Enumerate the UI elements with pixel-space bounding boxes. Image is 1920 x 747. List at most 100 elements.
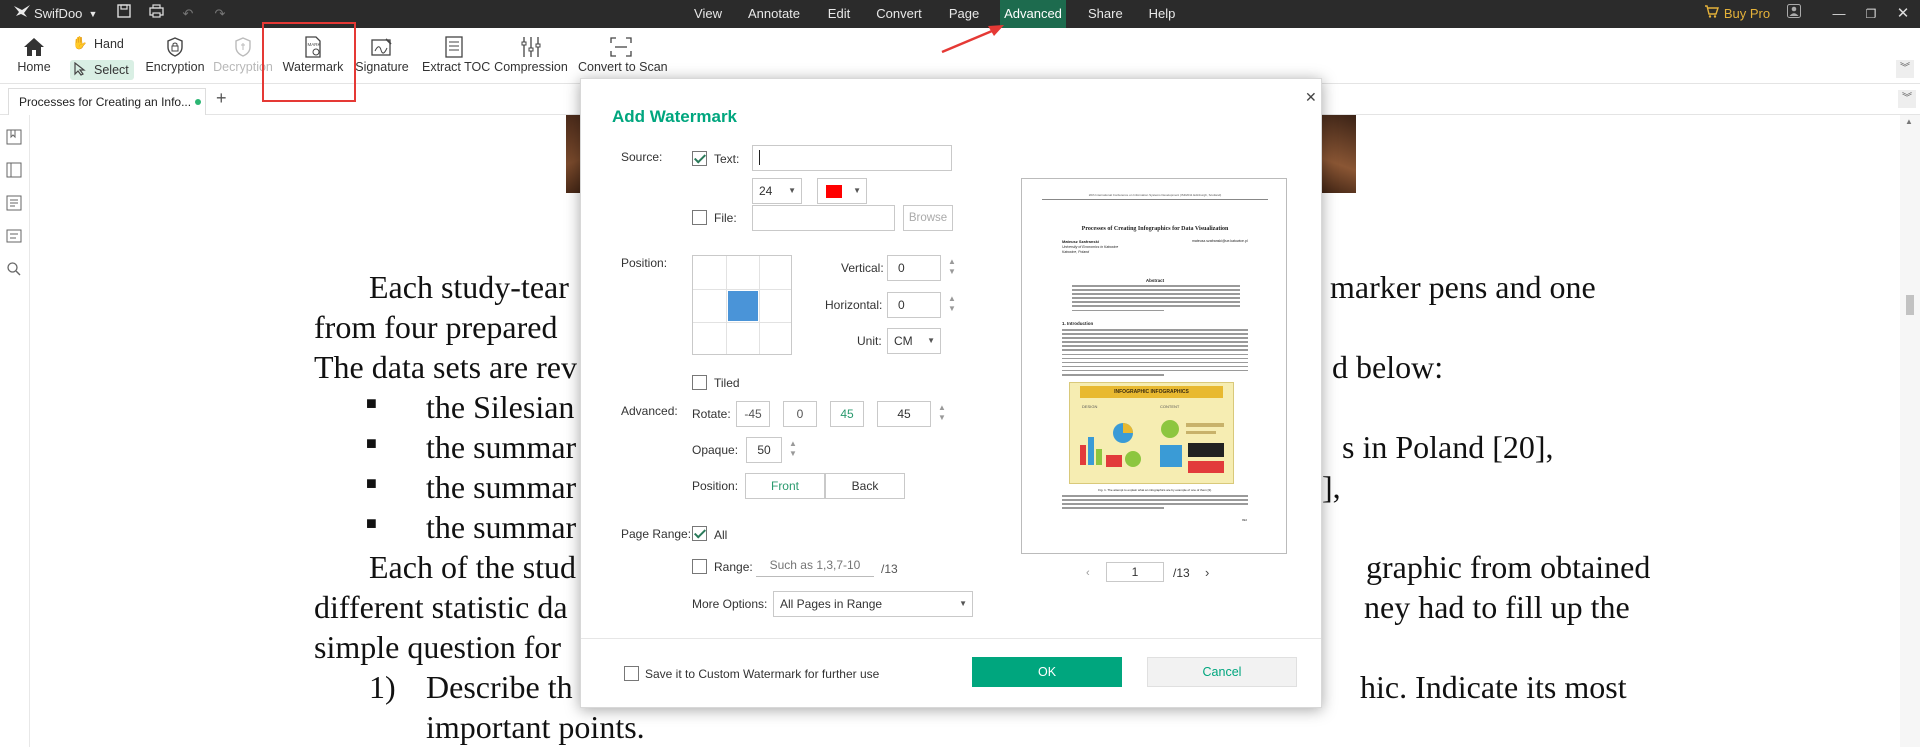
preview-intro-head: 1. Introduction [1062, 321, 1094, 326]
select-tool-button[interactable]: Select [70, 60, 134, 80]
bookmark-icon[interactable] [6, 129, 24, 147]
rotate-0-button[interactable]: 0 [783, 401, 817, 427]
compression-button[interactable]: Compression [494, 34, 568, 74]
unit-select[interactable]: CM ▼ [887, 328, 941, 354]
ok-button[interactable]: OK [972, 657, 1122, 687]
font-size-select[interactable]: 24 ▼ [752, 178, 802, 204]
doc-line: from four prepared [314, 309, 558, 345]
encryption-button[interactable]: Encryption [144, 34, 206, 74]
infographic-banner: INFOGRAPHIC INFOGRAPHICS [1080, 386, 1223, 398]
position-label: Position: [621, 256, 668, 270]
preview-page-input[interactable]: 1 [1106, 562, 1164, 582]
thumbnails-icon[interactable] [6, 162, 24, 180]
opaque-spinner-icon[interactable]: ▲ ▼ [788, 439, 798, 459]
doc-line: the summar [426, 469, 577, 505]
save-icon[interactable] [114, 0, 134, 28]
watermark-preview: 20th International Conference on Informa… [1021, 178, 1287, 554]
account-icon[interactable] [1784, 0, 1804, 28]
convert-to-scan-button[interactable]: Convert to Scan [578, 34, 668, 74]
more-options-label: More Options: [692, 597, 768, 611]
signature-label: Signature [355, 60, 409, 74]
tab-list-chevron-icon[interactable]: ︾ [1898, 90, 1916, 108]
rotate-spinner-icon[interactable]: ▲ ▼ [937, 403, 947, 423]
app-name[interactable]: SwifDoo [34, 0, 82, 28]
vertical-scrollbar[interactable]: ▲ [1900, 115, 1920, 747]
preview-prev-icon[interactable]: ‹ [1086, 567, 1090, 579]
more-options-select[interactable]: All Pages in Range ▼ [773, 591, 973, 617]
rotate-45-button[interactable]: 45 [830, 401, 864, 427]
browse-button[interactable]: Browse [903, 205, 953, 231]
color-select[interactable]: ▼ [817, 178, 867, 204]
cancel-button[interactable]: Cancel [1147, 657, 1297, 687]
hand-tool-button[interactable]: ✋ Hand [70, 36, 134, 56]
collapse-ribbon-icon[interactable]: ︾ [1896, 60, 1914, 78]
redo-icon[interactable]: ↷ [210, 0, 230, 28]
position-center-cell[interactable] [728, 291, 758, 321]
more-options-chevron-icon: ▼ [959, 599, 967, 608]
rotate-angle-input[interactable]: 45 [877, 401, 931, 427]
preview-text-line [1062, 507, 1165, 509]
preview-fig-caption: Fig. 1. The attempt to explain what an i… [1098, 488, 1212, 492]
preview-tail-lines [1062, 495, 1248, 511]
range-input[interactable] [756, 553, 874, 577]
preview-text-line [1072, 301, 1240, 303]
preview-next-icon[interactable]: › [1205, 565, 1209, 580]
print-icon[interactable] [146, 0, 166, 28]
vertical-spinner-icon[interactable]: ▲ ▼ [947, 257, 957, 277]
preview-infographic: INFOGRAPHIC INFOGRAPHICS DESIGN CONTENT [1069, 382, 1234, 484]
preview-text-line [1062, 353, 1248, 356]
close-window-icon[interactable]: ✕ [1880, 0, 1920, 28]
undo-icon[interactable]: ↶ [178, 0, 198, 28]
menu-share[interactable]: Share [1088, 0, 1123, 28]
watermark-text-input[interactable] [752, 145, 952, 171]
new-tab-button[interactable]: + [216, 88, 227, 109]
opaque-input[interactable]: 50 [746, 437, 782, 463]
range-checkbox[interactable] [692, 559, 707, 574]
preview-text-line [1062, 369, 1248, 372]
all-pages-checkbox[interactable] [692, 526, 707, 541]
file-checkbox[interactable] [692, 210, 707, 225]
home-button[interactable]: Home [14, 34, 54, 74]
home-label: Home [17, 60, 51, 74]
scroll-thumb[interactable] [1906, 295, 1914, 315]
menu-help[interactable]: Help [1146, 0, 1178, 28]
extract-toc-button[interactable]: Extract TOC [422, 34, 490, 74]
swifdoo-logo-icon [12, 0, 32, 28]
doc-line: Each study-tear [369, 269, 569, 305]
preview-text-line [1072, 305, 1240, 307]
front-button[interactable]: Front [745, 473, 825, 499]
horizontal-input[interactable]: 0 [887, 292, 941, 318]
search-icon[interactable] [6, 261, 24, 279]
attachments-icon[interactable] [6, 228, 24, 246]
preview-email: mateusz.szafranski@ue.katowice.pl [1192, 239, 1248, 243]
text-checkbox[interactable] [692, 151, 707, 166]
horizontal-spinner-icon[interactable]: ▲ ▼ [947, 294, 957, 314]
back-button[interactable]: Back [825, 473, 905, 499]
preview-page-number: 992 [1242, 518, 1248, 522]
scroll-up-icon[interactable]: ▲ [1905, 117, 1913, 126]
menu-convert[interactable]: Convert [874, 0, 924, 28]
file-path-input[interactable] [752, 205, 895, 231]
unit-chevron-icon: ▼ [927, 336, 935, 345]
signature-button[interactable]: Signature [354, 34, 410, 74]
position-grid[interactable] [692, 255, 792, 355]
rotate-minus45-button[interactable]: -45 [736, 401, 770, 427]
cart-icon[interactable] [1702, 0, 1720, 28]
save-custom-checkbox[interactable] [624, 666, 639, 681]
range-total: /13 [881, 562, 898, 576]
doc-line: hic. Indicate its most [1360, 669, 1627, 705]
doc-line: The data sets are rev [314, 349, 577, 385]
doc-line: d below: [1332, 349, 1444, 385]
infographic-content: CONTENT [1160, 404, 1180, 409]
app-menu-chevron-icon[interactable]: ▼ [86, 0, 100, 28]
close-dialog-icon[interactable]: ✕ [1305, 89, 1317, 106]
vertical-input[interactable]: 0 [887, 255, 941, 281]
tiled-checkbox[interactable] [692, 375, 707, 390]
annotations-icon[interactable] [6, 195, 24, 213]
buy-pro-button[interactable]: Buy Pro [1722, 0, 1772, 28]
menu-edit[interactable]: Edit [822, 0, 856, 28]
menu-view[interactable]: View [690, 0, 726, 28]
document-tab[interactable]: Processes for Creating an Info... [8, 88, 206, 115]
doc-line: ney had to fill up the [1364, 589, 1630, 625]
menu-annotate[interactable]: Annotate [746, 0, 802, 28]
